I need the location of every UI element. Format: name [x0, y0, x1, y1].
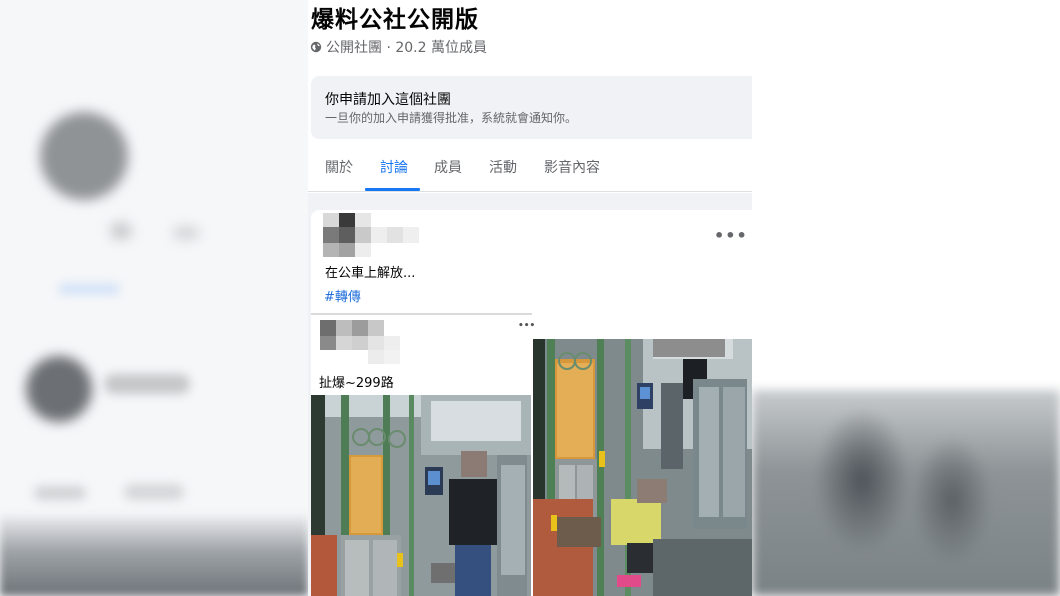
- group-tabs: 關於 討論 成員 活動 影音內容: [308, 140, 752, 192]
- blurred-photo-right: [752, 390, 1060, 596]
- join-notice-subtitle: 一旦你的加入申請獲得批准，系統就會通知你。: [325, 111, 578, 125]
- bus-photo-right[interactable]: [533, 339, 752, 596]
- post-text: 在公車上解放...: [325, 266, 416, 281]
- post-options-icon[interactable]: •••: [714, 226, 748, 245]
- blurred-text: [104, 374, 190, 394]
- blurred-background-right: [752, 0, 1060, 596]
- bus-interior-image: [533, 339, 752, 596]
- blurred-avatar: [26, 356, 92, 422]
- tab-about[interactable]: 關於: [325, 157, 353, 177]
- bus-interior-image: [311, 395, 532, 596]
- post-hashtag[interactable]: #轉傳: [324, 286, 361, 305]
- blurred-avatar: [40, 112, 128, 200]
- tab-members[interactable]: 成員: [434, 157, 462, 177]
- blurred-dot: [110, 222, 132, 240]
- blurred-link: [58, 284, 120, 294]
- join-request-notice: 你申請加入這個社團 一旦你的加入申請獲得批准，系統就會通知你。: [311, 76, 752, 139]
- active-tab-indicator: [365, 188, 420, 191]
- blurred-dot: [172, 226, 200, 240]
- tab-discussion[interactable]: 討論: [380, 157, 408, 177]
- shared-post-caption: 扯爆~299路: [319, 376, 394, 391]
- blurred-text: [34, 486, 86, 500]
- shared-post-options-icon: •••: [518, 321, 536, 331]
- blurred-text: [124, 484, 184, 500]
- group-meta: 公開社團 · 20.2 萬位成員: [310, 37, 487, 57]
- globe-icon: [310, 41, 322, 53]
- blurred-photo-left: [0, 515, 308, 596]
- tab-events[interactable]: 活動: [489, 157, 517, 177]
- group-meta-text: 公開社團 · 20.2 萬位成員: [326, 40, 487, 56]
- join-notice-title: 你申請加入這個社團: [325, 92, 451, 108]
- pixelated-poster-name: [323, 213, 421, 257]
- bus-photo-left[interactable]: [311, 395, 532, 596]
- tab-media[interactable]: 影音內容: [544, 157, 600, 177]
- blurred-background-left: [0, 0, 308, 596]
- group-title[interactable]: 爆料公社公開版: [311, 0, 479, 34]
- pixelated-shared-poster: [320, 320, 402, 364]
